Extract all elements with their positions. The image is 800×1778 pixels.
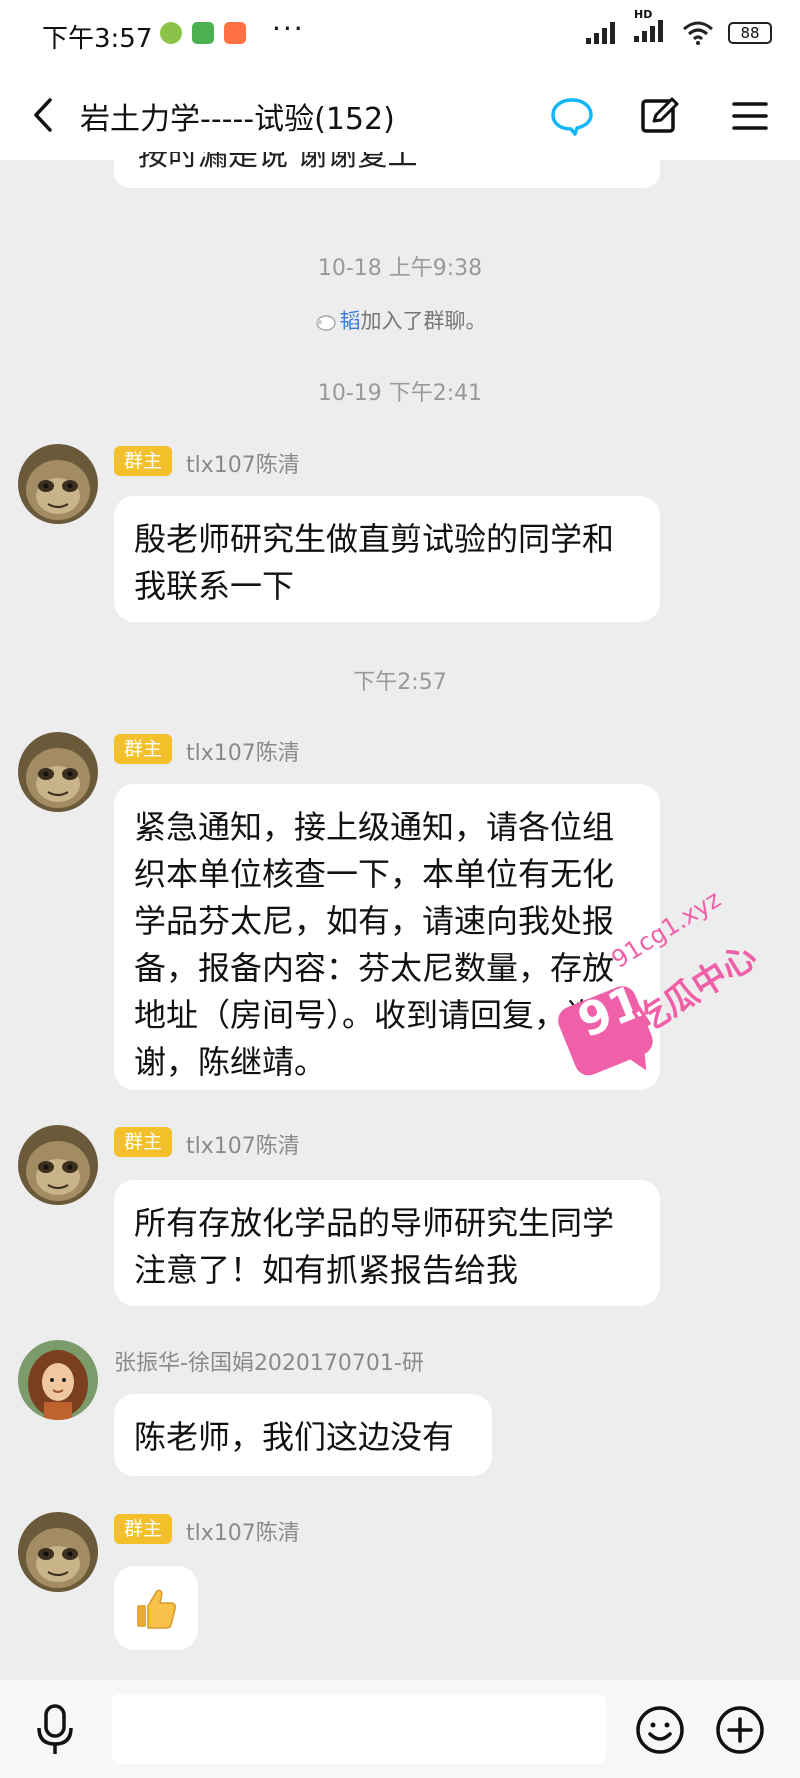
app-notification-icon — [160, 22, 182, 44]
join-text: 加入了群聊。 — [360, 309, 487, 333]
sheep-icon — [315, 315, 336, 331]
sender-name[interactable]: tlx107陈清 — [186, 1515, 300, 1547]
sender-name[interactable]: tlx107陈清 — [186, 447, 300, 479]
message-line: 殷老师研究生做直剪试验的同学和 — [134, 520, 615, 558]
avatar[interactable] — [18, 1340, 98, 1420]
owner-badge: 群主 — [114, 734, 173, 764]
timestamp: 下午2:57 — [353, 670, 447, 695]
status-time: 下午3:57 — [42, 24, 153, 54]
avatar[interactable] — [18, 1125, 98, 1205]
message-line: 陈老师，我们这边没有 — [134, 1418, 455, 1456]
back-icon[interactable] — [20, 90, 70, 140]
app-notification-icon — [192, 22, 214, 44]
sender-name[interactable]: tlx107陈清 — [186, 1128, 300, 1160]
owner-badge: 群主 — [114, 446, 173, 476]
previous-message-text: 按时漏是说 谢谢复工 — [138, 152, 418, 173]
avatar[interactable] — [18, 444, 98, 524]
signal-hd-icon: HD — [634, 8, 668, 46]
menu-icon[interactable] — [722, 88, 778, 144]
timestamp: 10-18 上午9:38 — [317, 256, 483, 281]
status-more-dots: ··· — [272, 12, 305, 45]
message-input[interactable] — [112, 1694, 606, 1764]
message-bubble[interactable]: 所有存放化学品的导师研究生同学 注意了！如有抓紧报告给我 — [114, 1180, 660, 1306]
previous-message-bubble: 按时漏是说 谢谢复工 — [114, 152, 660, 188]
mic-icon[interactable] — [30, 1702, 80, 1758]
app-notification-icon — [224, 22, 246, 44]
sloth-avatar-icon — [18, 732, 98, 812]
owner-badge: 群主 — [114, 1514, 173, 1544]
message-line: 织本单位核查一下，本单位有无化 — [134, 855, 615, 893]
chat-bubble-icon[interactable] — [544, 88, 600, 144]
message-line: 紧急通知，接上级通知，请各位组 — [134, 808, 615, 846]
hd-label: HD — [634, 8, 653, 21]
message-bubble[interactable]: 殷老师研究生做直剪试验的同学和 我联系一下 — [114, 496, 660, 622]
group-title: 岩土力学-----试验(152) — [80, 102, 395, 137]
edit-icon[interactable] — [632, 88, 688, 144]
sloth-avatar-icon — [18, 1125, 98, 1205]
sloth-avatar-icon — [18, 444, 98, 524]
joined-member-name[interactable]: 韬 — [340, 309, 361, 333]
sender-name[interactable]: tlx107陈清 — [186, 735, 300, 767]
signal-icon — [586, 22, 615, 44]
wifi-icon — [683, 21, 713, 45]
thumbs-up-icon — [137, 1589, 176, 1629]
message-line: 注意了！如有抓紧报告给我 — [134, 1251, 519, 1289]
system-join-message: 韬加入了群聊。 — [0, 305, 800, 335]
add-icon[interactable] — [714, 1704, 766, 1756]
sender-name[interactable]: 张振华-徐国娟2020170701-研 — [114, 1345, 424, 1377]
message-bubble[interactable]: 陈老师，我们这边没有 — [114, 1394, 492, 1476]
message-bubble[interactable] — [114, 1566, 198, 1650]
owner-badge: 群主 — [114, 1127, 173, 1157]
status-bar: 下午3:57 ··· HD 88 — [0, 0, 800, 72]
status-app-icons — [160, 22, 246, 44]
girl-avatar-icon — [18, 1340, 98, 1420]
sloth-avatar-icon — [18, 1512, 98, 1592]
chat-header: 岩土力学-----试验(152) — [0, 72, 800, 160]
timestamp: 10-19 下午2:41 — [317, 381, 483, 406]
message-line: 我联系一下 — [134, 567, 295, 605]
avatar[interactable] — [18, 1512, 98, 1592]
input-bar — [0, 1680, 800, 1778]
message-line: 所有存放化学品的导师研究生同学 — [134, 1204, 615, 1242]
status-indicators: HD 88 — [586, 8, 772, 46]
avatar[interactable] — [18, 732, 98, 812]
battery-indicator: 88 — [728, 22, 772, 44]
emoji-icon[interactable] — [634, 1704, 686, 1756]
watermark: 91 91cg1.xyz 吃瓜中心 — [552, 885, 782, 1102]
